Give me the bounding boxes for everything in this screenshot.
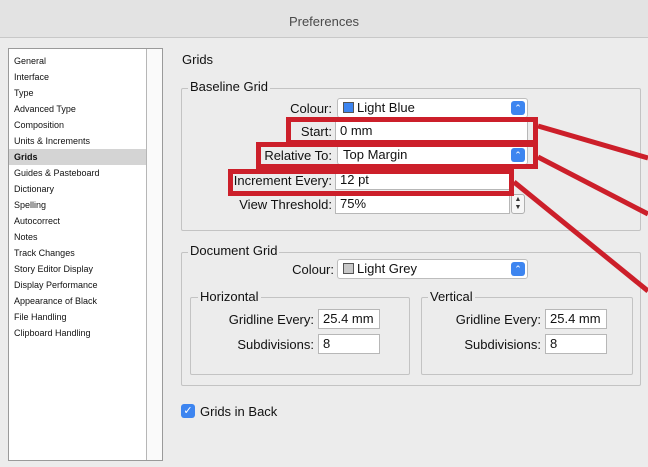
horizontal-gridline-label: Gridline Every: (228, 312, 314, 327)
document-colour-select[interactable]: Light Grey ⌃ (337, 259, 528, 279)
grids-in-back-checkbox[interactable]: ✓ (181, 404, 195, 418)
sidebar-scrollbar[interactable] (146, 49, 162, 460)
baseline-grid-label: Baseline Grid (188, 79, 271, 94)
sidebar-item-file-handling[interactable]: File Handling (9, 309, 146, 325)
sidebar-item-story-editor-display[interactable]: Story Editor Display (9, 261, 146, 277)
baseline-colour-label: Colour: (290, 101, 332, 116)
select-arrows-icon: ⌃ (511, 262, 525, 276)
baseline-colour-value: Light Blue (357, 100, 415, 115)
sidebar-item-advanced-type[interactable]: Advanced Type (9, 101, 146, 117)
sidebar-item-guides-pasteboard[interactable]: Guides & Pasteboard (9, 165, 146, 181)
sidebar-item-clipboard-handling[interactable]: Clipboard Handling (9, 325, 146, 341)
grids-in-back-label[interactable]: Grids in Back (200, 404, 277, 419)
document-colour-value: Light Grey (357, 261, 417, 276)
sidebar-item-track-changes[interactable]: Track Changes (9, 245, 146, 261)
vertical-subdivisions-input[interactable]: 8 (545, 334, 607, 354)
document-colour-label: Colour: (292, 262, 334, 277)
sidebar-item-autocorrect[interactable]: Autocorrect (9, 213, 146, 229)
preferences-sidebar: General Interface Type Advanced Type Com… (8, 48, 163, 461)
light-blue-swatch-icon (343, 102, 354, 113)
sidebar-item-notes[interactable]: Notes (9, 229, 146, 245)
sidebar-item-type[interactable]: Type (9, 85, 146, 101)
view-threshold-stepper[interactable]: ▲ ▼ (511, 194, 525, 214)
checkmark-icon: ✓ (183, 405, 193, 417)
horizontal-subdivisions-label: Subdivisions: (237, 337, 314, 352)
relative-to-highlight (256, 142, 538, 169)
panel-title: Grids (182, 52, 214, 67)
baseline-colour-select[interactable]: Light Blue ⌃ (337, 98, 528, 118)
vertical-gridline-label: Gridline Every: (455, 312, 541, 327)
sidebar-item-composition[interactable]: Composition (9, 117, 146, 133)
select-arrows-icon: ⌃ (511, 101, 525, 115)
horizontal-subdivisions-input[interactable]: 8 (318, 334, 380, 354)
sidebar-item-display-performance[interactable]: Display Performance (9, 277, 146, 293)
sidebar-item-general[interactable]: General (9, 53, 146, 69)
view-threshold-input[interactable]: 75% (335, 194, 510, 214)
sidebar-item-units-increments[interactable]: Units & Increments (9, 133, 146, 149)
vertical-label: Vertical (428, 289, 475, 304)
sidebar-item-dictionary[interactable]: Dictionary (9, 181, 146, 197)
sidebar-item-spelling[interactable]: Spelling (9, 197, 146, 213)
light-grey-swatch-icon (343, 263, 354, 274)
horizontal-label: Horizontal (198, 289, 261, 304)
sidebar-item-appearance-of-black[interactable]: Appearance of Black (9, 293, 146, 309)
title-bar: Preferences (0, 0, 648, 38)
vertical-gridline-input[interactable]: 25.4 mm (545, 309, 607, 329)
window-title: Preferences (288, 14, 360, 29)
start-highlight (286, 117, 538, 145)
sidebar-item-grids[interactable]: Grids (9, 149, 146, 165)
increment-highlight (228, 169, 514, 196)
sidebar-item-interface[interactable]: Interface (9, 69, 146, 85)
document-grid-label: Document Grid (188, 243, 280, 258)
vertical-subdivisions-label: Subdivisions: (464, 337, 541, 352)
view-threshold-label: View Threshold: (239, 197, 332, 212)
horizontal-gridline-input[interactable]: 25.4 mm (318, 309, 380, 329)
